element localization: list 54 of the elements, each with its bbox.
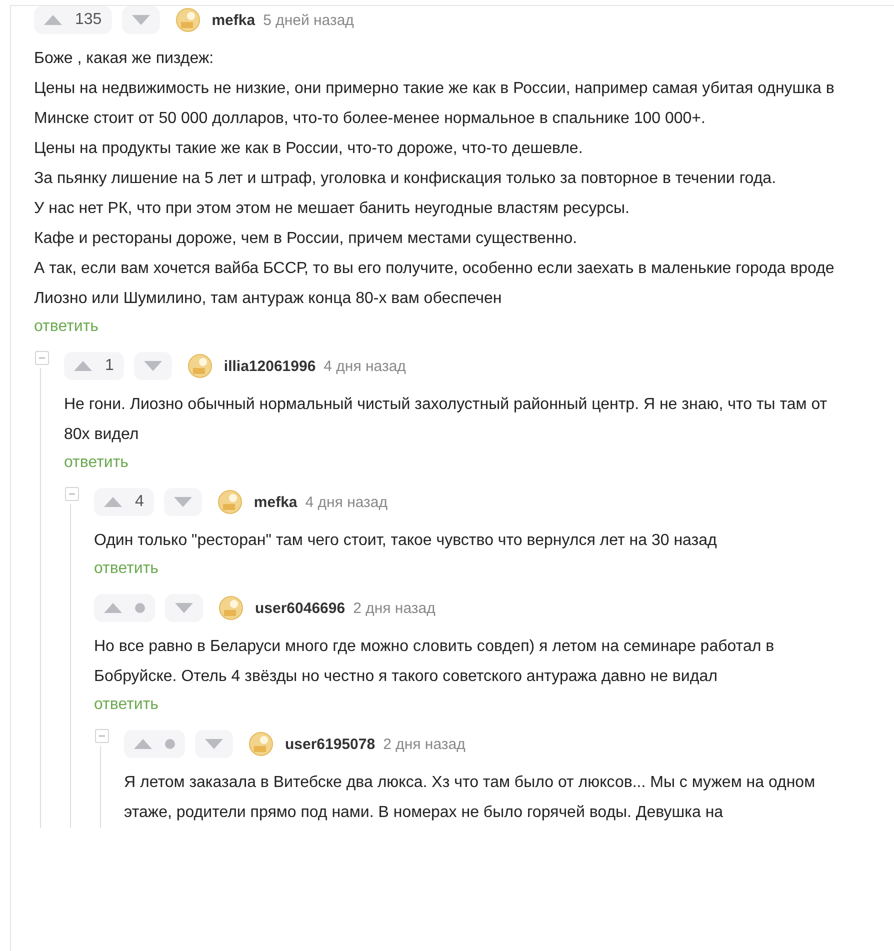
author-name[interactable]: mefka — [254, 494, 298, 510]
upvote-icon — [74, 361, 92, 371]
downvote-icon — [132, 15, 150, 25]
author-name[interactable]: mefka — [212, 12, 256, 28]
comment-text: За пьянку лишение на 5 лет и штраф, уголовка и конфискация только за повторное в течении года. — [34, 169, 778, 189]
upvote-icon — [134, 739, 152, 749]
comment-text: Боже , какая же пиздеж: — [34, 49, 215, 69]
collapse-button[interactable] — [65, 487, 79, 501]
score: 4 — [135, 493, 144, 511]
downvote-button[interactable] — [122, 6, 160, 34]
avatar[interactable] — [176, 8, 200, 32]
upvote-button[interactable]: 1 — [64, 352, 124, 380]
avatar[interactable] — [218, 490, 242, 514]
comment-text: Цены на продукты такие же как в России, что-то дороже, что-то дешевле. — [34, 139, 584, 159]
comment-time: 4 дня назад — [324, 358, 406, 374]
avatar[interactable] — [249, 732, 273, 756]
comment-text: Цены на недвижимость не низкие, они примерно такие же как в России, например самая убитая однушка в Минске стоит от 50 000 долларов, что-то более-менее нормальное в спальнике 100 000+. — [34, 79, 836, 129]
downvote-button[interactable] — [134, 352, 172, 380]
comment-time: 2 дня назад — [383, 736, 466, 752]
dot-icon — [165, 739, 175, 749]
comment-text: Не гони. Лиозно обычный нормальный чистый захолустный районный центр. Я не знаю, что ты там от 80х видел — [64, 395, 828, 445]
upvote-button[interactable] — [94, 594, 155, 622]
author-name[interactable]: user6195078 — [285, 736, 376, 752]
dot-icon — [135, 603, 145, 613]
comment-text: У нас нет РК, что при этом этом не мешает банить неугодные властям ресурсы. — [34, 199, 630, 219]
upvote-button[interactable] — [124, 730, 185, 758]
downvote-icon — [205, 739, 223, 749]
upvote-icon — [104, 603, 122, 613]
downvote-button[interactable] — [165, 594, 203, 622]
upvote-button[interactable]: 135 — [34, 6, 112, 34]
upvote-button[interactable]: 4 — [94, 488, 154, 516]
avatar[interactable] — [219, 596, 243, 620]
avatar[interactable] — [188, 354, 212, 378]
downvote-icon — [174, 497, 192, 507]
score: 135 — [75, 11, 102, 29]
upvote-icon — [104, 497, 122, 507]
downvote-button[interactable] — [195, 730, 233, 758]
comment-time: 2 дня назад — [353, 600, 436, 616]
author-name[interactable]: illia12061996 — [224, 358, 316, 374]
collapse-button[interactable] — [35, 351, 49, 365]
comment-text: Кафе и рестораны дороже, чем в России, причем местами существенно. — [34, 229, 578, 249]
score: 1 — [105, 357, 114, 375]
upvote-icon — [44, 15, 62, 25]
collapse-button[interactable] — [95, 729, 109, 743]
downvote-icon — [175, 603, 193, 613]
comment-time: 5 дней назад — [263, 12, 354, 28]
comment-text: Но все равно в Беларуси много где можно словить совдеп) я летом на семинаре работал в Бобруйске. Отель 4 звёзды но честно я такого советского антуража давно не видал — [94, 637, 776, 687]
downvote-icon — [144, 361, 162, 371]
author-name[interactable]: user6046696 — [255, 600, 346, 616]
comment-time: 4 дня назад — [305, 494, 388, 510]
comment-text: Я летом заказала в Витебске два люкса. Хз что там было от люксов... Мы с мужем на одном этаже, родители прямо под нами. В номерах не было горячей воды. Девушка на — [124, 773, 816, 823]
comment-text: Один только "ресторан" там чего стоит, такое чувство что вернулся лет на 30 назад — [94, 531, 718, 551]
comment-text: А так, если вам хочется вайба БССР, то вы его получите, особенно если заехать в маленькие города вроде Лиозно или Шумилино, там антураж конца 80-х вам обеспечен — [34, 259, 836, 309]
downvote-button[interactable] — [164, 488, 202, 516]
